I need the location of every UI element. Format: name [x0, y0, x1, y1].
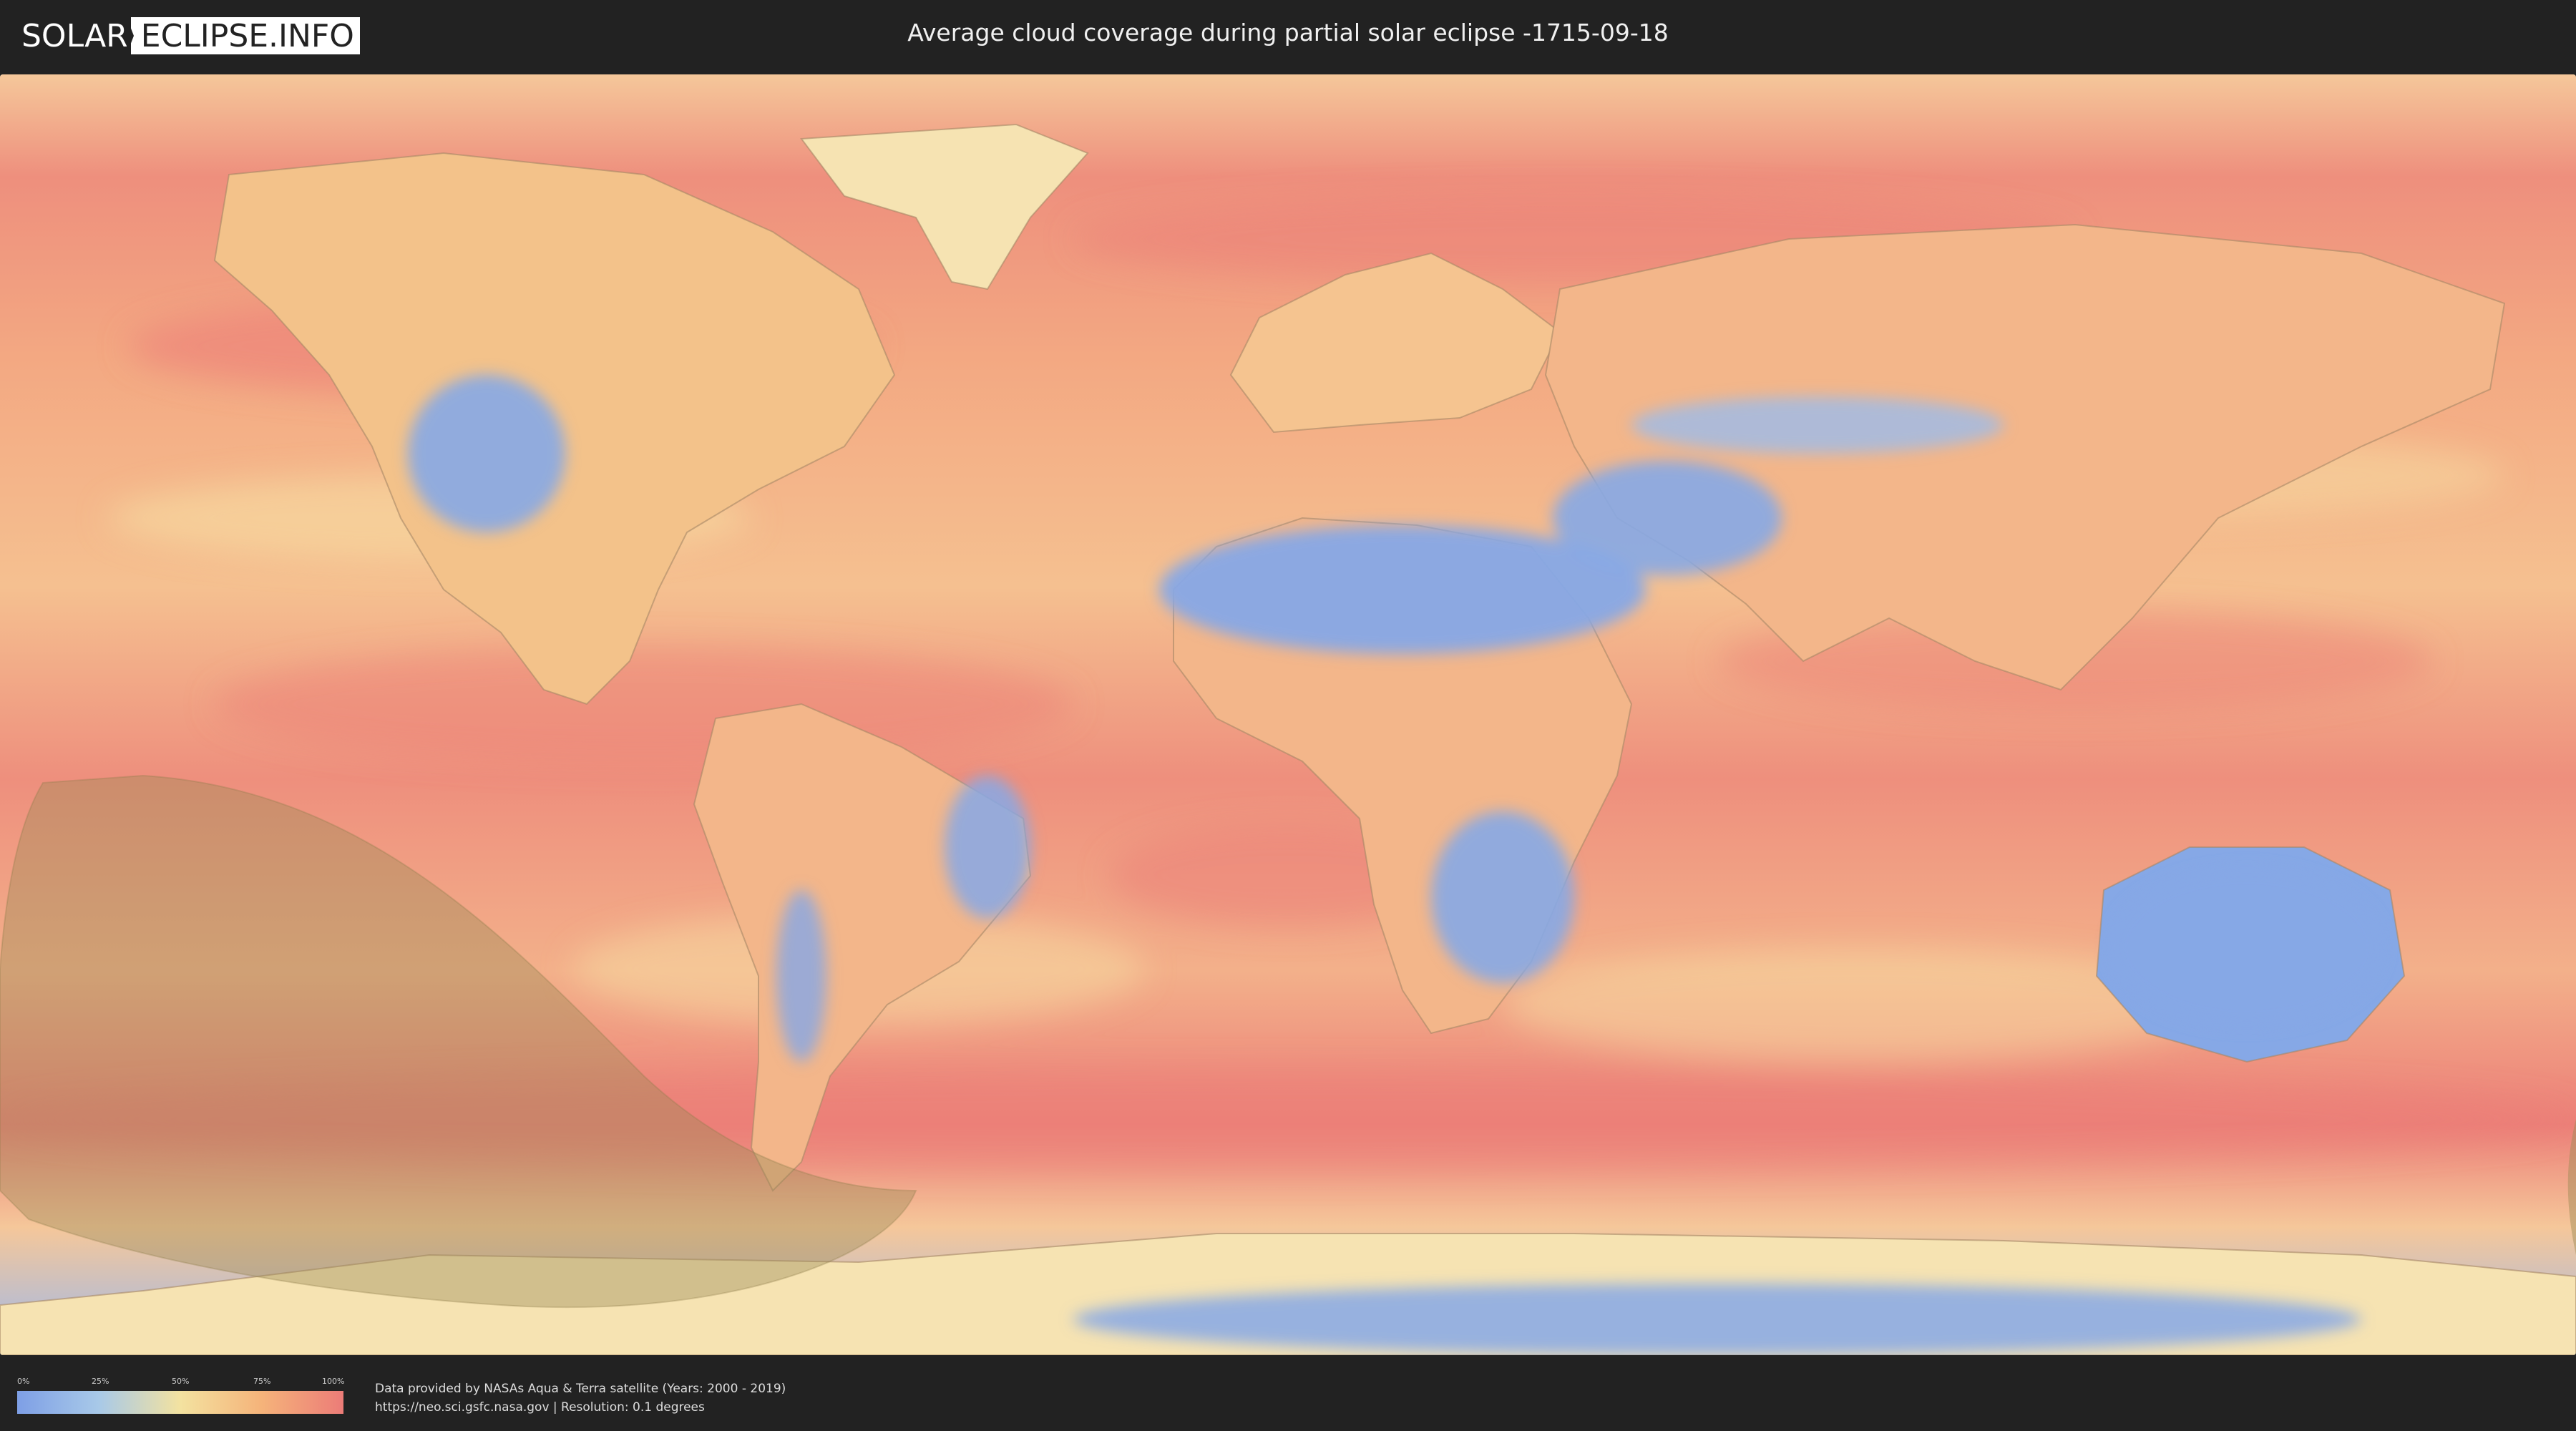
page-title: Average cloud coverage during partial so… — [907, 19, 1669, 47]
header-bar: SOLAR ECLIPSE.INFO Average cloud coverag… — [0, 0, 2576, 72]
legend-tick-50: 50% — [172, 1377, 190, 1386]
credits-source: Data provided by NASAs Aqua & Terra sate… — [375, 1382, 786, 1396]
data-credits: Data provided by NASAs Aqua & Terra sate… — [375, 1379, 786, 1417]
cloud-coverage-legend: 0% 25% 50% 75% 100% — [17, 1377, 345, 1414]
credits-url: https://neo.sci.gsfc.nasa.gov | Resoluti… — [375, 1400, 705, 1415]
legend-color-bar — [17, 1391, 343, 1414]
legend-tick-0: 0% — [17, 1377, 30, 1386]
legend-tick-75: 75% — [253, 1377, 271, 1386]
world-map-svg — [0, 74, 2576, 1355]
cloud-coverage-map[interactable] — [0, 74, 2576, 1355]
footer-bar: 0% 25% 50% 75% 100% Data provided by NAS… — [0, 1359, 2576, 1431]
legend-ticks: 0% 25% 50% 75% 100% — [17, 1377, 345, 1388]
legend-tick-25: 25% — [92, 1377, 109, 1386]
legend-tick-100: 100% — [322, 1377, 345, 1386]
